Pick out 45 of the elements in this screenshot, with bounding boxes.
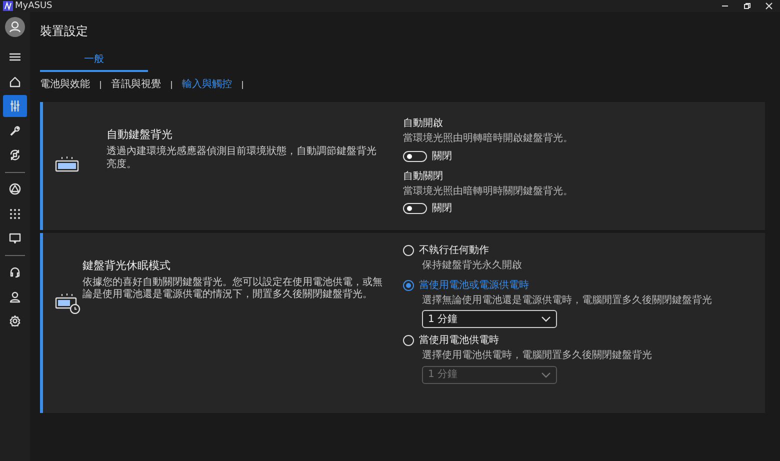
apps-grid-icon [9, 208, 21, 220]
keyboard-timer-icon [53, 292, 81, 314]
sliders-icon [9, 100, 21, 112]
toggle-state-text: 關閉 [432, 202, 452, 216]
account-avatar-button[interactable] [3, 14, 27, 38]
radio-label[interactable]: 當使用電池或電源供電時 [419, 278, 529, 292]
card-description: 依據您的喜好自動關閉鍵盤背光。您可以設定在使用電池供電，或無論是使用電池還是電源供電的情況下，閒置多久後關閉鍵盤背光。 [82, 276, 383, 302]
tab[interactable]: 一般 [40, 50, 148, 72]
home-icon [9, 76, 21, 88]
subtab[interactable]: 電池與效能 [40, 77, 100, 92]
menu-icon [9, 51, 21, 63]
page-title: 裝置設定 [40, 23, 89, 40]
window-title: MyASUS [15, 0, 52, 12]
chat-screen-icon [9, 232, 21, 244]
subtab[interactable]: 輸入與觸控 [172, 77, 242, 92]
restore-icon [742, 1, 752, 11]
sync-icon [9, 149, 21, 161]
setting-description: 選擇使用電池供電時，電腦閒置多久後關閉鍵盤背光 [422, 348, 653, 363]
setting-label: 自動開啟 [403, 117, 444, 131]
card-title: 鍵盤背光休眠模式 [82, 258, 172, 274]
caret-icon [541, 372, 551, 378]
headset-icon [9, 266, 21, 278]
toggle-switch[interactable] [403, 150, 427, 162]
close-icon [764, 1, 774, 11]
setting-description: 當環境光照由明轉暗時開啟鍵盤背光。 [403, 132, 573, 146]
toggle-state-text: 關閉 [432, 150, 452, 164]
radio-button[interactable] [403, 280, 414, 290]
setting-description: 選擇無論使用電池還是電源供電時，電腦閒置多久後關閉鍵盤背光 [422, 294, 712, 308]
avatar-icon [5, 16, 25, 36]
radio-label[interactable]: 不執行任何動作 [419, 242, 489, 258]
settings-icon [9, 315, 21, 327]
card-title: 自動鍵盤背光 [106, 127, 174, 143]
radio-label[interactable]: 當使用電池供電時 [419, 333, 499, 348]
app-logo-icon [2, 1, 12, 11]
subtab[interactable]: 音訊與視覺 [101, 77, 171, 92]
setting-description: 當環境光照由暗轉明時關閉鍵盤背光。 [403, 184, 573, 198]
setting-label: 自動關閉 [403, 170, 444, 184]
triangle-circle-icon [9, 183, 21, 195]
wrench-icon [9, 124, 21, 136]
person-icon [9, 290, 21, 302]
toggle-switch[interactable] [403, 203, 427, 214]
caret-icon [541, 316, 551, 322]
setting-description: 保持鍵盤背光永久開啟 [422, 258, 523, 272]
card-description: 透過內建環境光感應器偵測目前環境狀態，自動調節鍵盤背光亮度。 [106, 146, 378, 171]
dropdown-select[interactable]: 1 分鐘 [422, 310, 557, 328]
